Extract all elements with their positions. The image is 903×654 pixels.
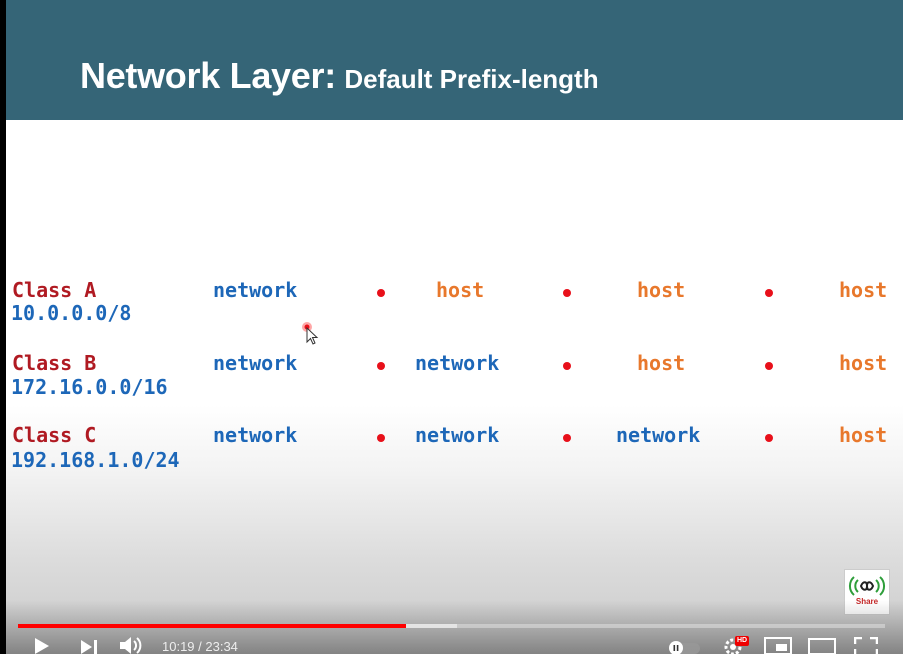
class-a-octet-3: host	[637, 278, 686, 302]
class-a-octet-1: network	[213, 278, 298, 302]
separator-dot	[563, 289, 571, 297]
class-c-octet-4: host	[839, 423, 888, 447]
separator-dot	[377, 434, 385, 442]
class-b-octet-3: host	[637, 351, 686, 375]
mouse-pointer-icon	[302, 322, 319, 345]
title-bar: Network Layer: Default Prefix-length	[6, 0, 903, 120]
volume-icon[interactable]	[119, 637, 145, 654]
separator-dot	[563, 362, 571, 370]
class-b-octet-2: network	[415, 351, 500, 375]
share-logo-icon	[848, 576, 886, 596]
slide: Network Layer: Default Prefix-length Cla…	[6, 0, 903, 654]
separator-dot	[765, 289, 773, 297]
slide-title-main: Network Layer:	[80, 55, 336, 96]
class-b-octet-4: host	[839, 351, 888, 375]
next-icon[interactable]	[80, 640, 98, 654]
autoplay-toggle-icon[interactable]	[668, 641, 702, 654]
class-a-label: Class A	[12, 278, 97, 302]
progress-bar[interactable]	[18, 624, 885, 628]
slide-title: Network Layer: Default Prefix-length	[80, 55, 599, 97]
time-display: 10:19 / 23:34	[162, 639, 238, 654]
video-frame[interactable]: Network Layer: Default Prefix-length Cla…	[0, 0, 903, 654]
separator-dot	[377, 289, 385, 297]
class-c-address: 192.168.1.0/24	[11, 448, 180, 472]
slide-title-sub: Default Prefix-length	[344, 64, 599, 94]
theater-mode-icon[interactable]	[808, 638, 836, 654]
class-c-octet-2: network	[415, 423, 500, 447]
class-c-octet-3: network	[616, 423, 701, 447]
class-a-address: 10.0.0.0/8	[11, 301, 132, 325]
class-a-octet-4: host	[839, 278, 888, 302]
class-b-label: Class B	[12, 351, 97, 375]
fullscreen-icon[interactable]	[854, 637, 878, 654]
class-a-octet-2: host	[436, 278, 485, 302]
hd-badge: HD	[735, 636, 750, 646]
miniplayer-icon[interactable]	[764, 637, 792, 654]
play-icon[interactable]	[33, 638, 51, 654]
class-c-octet-1: network	[213, 423, 298, 447]
separator-dot	[377, 362, 385, 370]
separator-dot	[563, 434, 571, 442]
separator-dot	[765, 434, 773, 442]
class-b-address: 172.16.0.0/16	[11, 375, 168, 399]
progress-played	[18, 624, 407, 628]
class-c-label: Class C	[12, 423, 97, 447]
class-b-octet-1: network	[213, 351, 298, 375]
separator-dot	[765, 362, 773, 370]
